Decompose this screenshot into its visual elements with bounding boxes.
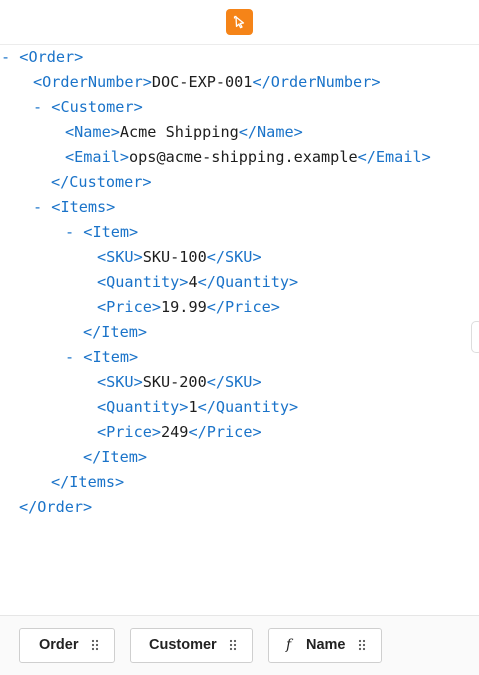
xml-text-value: 4 [188, 273, 198, 291]
xml-text-value: 1 [188, 398, 198, 416]
xml-line-customer-open: - <Customer> [33, 95, 143, 119]
field-chip-label: Order [39, 637, 79, 653]
xml-open-tag: <Email> [65, 148, 130, 166]
xml-close-tag: </Item> [83, 448, 148, 466]
xml-close-tag: </SKU> [206, 373, 262, 391]
field-chip-label: Name [306, 637, 346, 653]
xml-close-tag: </OrderNumber> [252, 73, 381, 91]
xml-text-value: Acme Shipping [119, 123, 239, 141]
xml-close-tag: </Customer> [51, 173, 152, 191]
xml-close-tag: </Item> [83, 323, 148, 341]
xml-line-quantity: <Quantity>1</Quantity> [97, 395, 298, 419]
xml-close-tag: </Quantity> [197, 273, 299, 291]
xml-line-item-open: - <Item> [65, 220, 138, 244]
xml-text-value: DOC-EXP-001 [151, 73, 253, 91]
xml-line-items-open: - <Items> [33, 195, 115, 219]
field-chips-bar: Order Customer f Name [0, 615, 479, 675]
xml-close-tag: </Quantity> [197, 398, 299, 416]
xml-line-order-open: - <Order> [1, 45, 83, 69]
xml-close-tag: </Price> [188, 423, 262, 441]
xml-text-value: 249 [161, 423, 189, 441]
xml-close-tag: </SKU> [206, 248, 262, 266]
xml-line-quantity: <Quantity>4</Quantity> [97, 270, 298, 294]
xml-open-tag: <Order> [19, 48, 84, 66]
xml-close-tag: </Items> [51, 473, 125, 491]
xml-open-tag: <Items> [51, 198, 116, 216]
xml-text-value: ops@acme-shipping.example [129, 148, 358, 166]
xml-line-item-open: - <Item> [65, 345, 138, 369]
drag-grip-icon[interactable] [358, 639, 366, 651]
xml-text-value: 19.99 [161, 298, 207, 316]
xml-open-tag: <Price> [97, 298, 162, 316]
xml-open-tag: <Customer> [51, 98, 143, 116]
xml-line-price: <Price>249</Price> [97, 420, 262, 444]
xml-line-customer-close: </Customer> [51, 170, 152, 194]
element-picker-button[interactable] [226, 9, 253, 35]
xml-line-order-close: </Order> [19, 495, 92, 519]
field-chip-name[interactable]: f Name [268, 628, 382, 663]
xml-open-tag: <Item> [83, 348, 139, 366]
xml-line-price: <Price>19.99</Price> [97, 295, 280, 319]
collapse-toggle[interactable]: - [1, 48, 19, 66]
xml-open-tag: <Price> [97, 423, 162, 441]
collapse-toggle[interactable]: - [65, 223, 83, 241]
side-panel-handle[interactable] [471, 321, 479, 353]
collapse-toggle[interactable]: - [65, 348, 83, 366]
xml-line-sku: <SKU>SKU-100</SKU> [97, 245, 262, 269]
xml-line-item-close: </Item> [83, 445, 147, 469]
top-toolbar [0, 0, 479, 45]
xml-text-value: SKU-200 [142, 373, 207, 391]
xml-line-items-close: </Items> [51, 470, 124, 494]
collapse-toggle[interactable]: - [33, 198, 51, 216]
xml-open-tag: <SKU> [97, 248, 143, 266]
xml-line-item-close: </Item> [83, 320, 147, 344]
field-chip-order[interactable]: Order [19, 628, 115, 663]
xml-open-tag: <Name> [65, 123, 120, 141]
xml-line-sku: <SKU>SKU-200</SKU> [97, 370, 262, 394]
field-chip-label: Customer [149, 637, 217, 653]
xml-close-tag: </Price> [206, 298, 280, 316]
xml-line-ordernumber: <OrderNumber>DOC-EXP-001</OrderNumber> [33, 70, 380, 94]
cursor-select-icon [233, 15, 244, 29]
xml-open-tag: <OrderNumber> [33, 73, 152, 91]
xml-close-tag: </Name> [238, 123, 303, 141]
xml-tree-view: - <Order> <OrderNumber>DOC-EXP-001</Orde… [0, 45, 479, 605]
drag-grip-icon[interactable] [229, 639, 237, 651]
xml-open-tag: <Quantity> [97, 273, 189, 291]
xml-open-tag: <Item> [83, 223, 139, 241]
collapse-toggle[interactable]: - [33, 98, 51, 116]
xml-text-value: SKU-100 [142, 248, 207, 266]
function-icon: f [286, 637, 292, 653]
xml-close-tag: </Order> [19, 498, 93, 516]
xml-line-name: <Name>Acme Shipping</Name> [65, 120, 303, 144]
xml-close-tag: </Email> [357, 148, 431, 166]
field-chip-customer[interactable]: Customer [130, 628, 253, 663]
drag-grip-icon[interactable] [91, 639, 99, 651]
xml-open-tag: <SKU> [97, 373, 143, 391]
xml-open-tag: <Quantity> [97, 398, 189, 416]
xml-line-email: <Email>ops@acme-shipping.example</Email> [65, 145, 431, 169]
